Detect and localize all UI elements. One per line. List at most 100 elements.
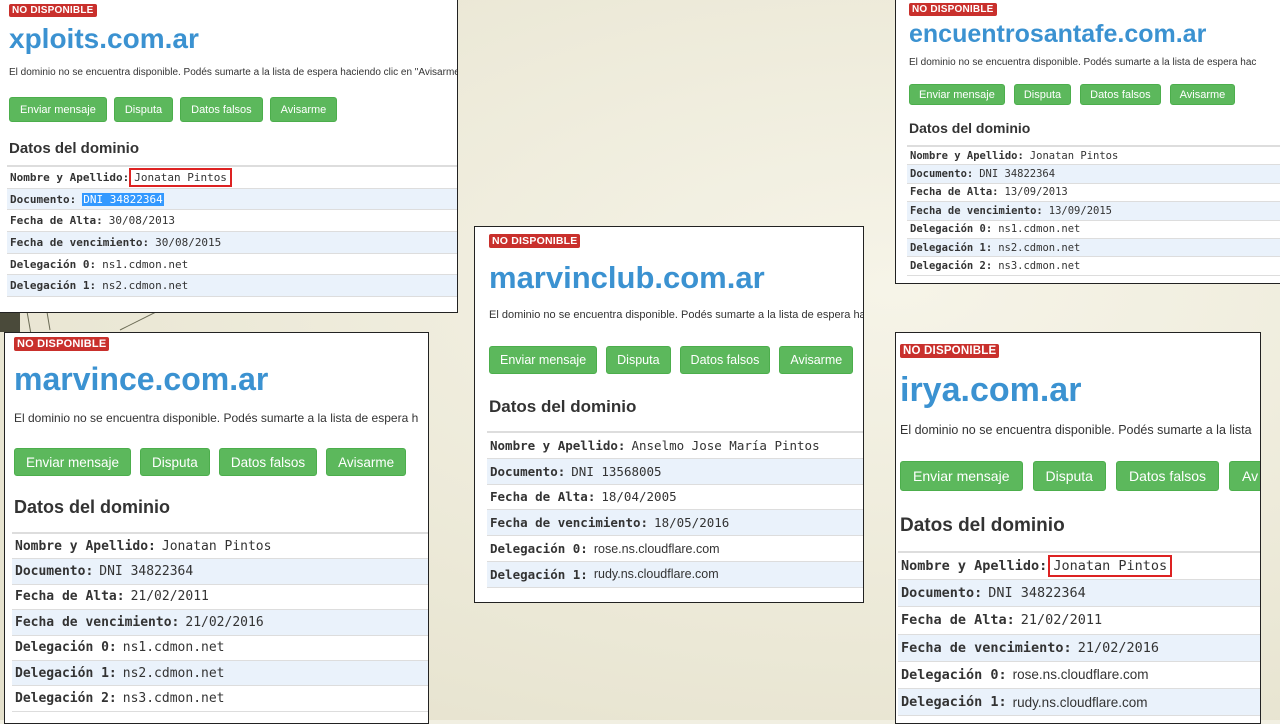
row-label: Nombre y Apellido: (490, 437, 626, 453)
row-label: Fecha de Alta: (901, 612, 1015, 629)
enviar-mensaje-button[interactable]: Enviar mensaje (489, 346, 598, 374)
table-row: Fecha de vencimiento: 21/02/2016 (898, 634, 1260, 662)
action-buttons: Enviar mensaje Disputa Datos falsos Avis… (14, 448, 407, 476)
enviar-mensaje-button[interactable]: Enviar mensaje (9, 97, 107, 122)
availability-message: El dominio no se encuentra disponible. P… (14, 411, 419, 425)
row-value: rudy.ns.cloudflare.com (1012, 694, 1148, 710)
row-label: Delegación 1: (901, 694, 1007, 711)
table-row: Fecha de Alta: 30/08/2013 (7, 210, 457, 233)
row-value-highlighted: Jonatan Pintos (1048, 555, 1173, 578)
section-title: Datos del dominio (909, 120, 1031, 136)
section-title: Datos del dominio (900, 515, 1065, 536)
row-value-highlighted: Jonatan Pintos (129, 167, 232, 187)
row-label: Delegación 1: (15, 665, 117, 681)
row-label: Documento: (910, 168, 974, 181)
table-row: Fecha de vencimiento: 21/02/2016 (12, 610, 428, 636)
avisarme-button[interactable]: Av (1229, 461, 1260, 491)
table-row: Documento: DNI 34822364 (12, 559, 428, 585)
row-label: Delegación 0: (910, 223, 993, 236)
table-row: Nombre y Apellido: Jonatan Pintos (7, 167, 457, 189)
table-row: Documento: DNI 34822364 (907, 165, 1280, 184)
row-label: Documento: (10, 192, 77, 206)
row-value: 18/04/2005 (601, 489, 677, 505)
table-row: Delegación 1: ns2.cdmon.net (907, 238, 1280, 258)
row-value: 21/02/2011 (130, 589, 209, 605)
availability-message: El dominio no se encuentra disponible. P… (9, 67, 458, 78)
row-label: Delegación 2: (15, 691, 117, 707)
action-buttons: Enviar mensaje Disputa Datos falsos Av (900, 461, 1260, 491)
enviar-mensaje-button[interactable]: Enviar mensaje (14, 448, 132, 476)
row-label: Fecha de vencimiento: (15, 614, 180, 630)
domain-panel-marvinclub: NO DISPONIBLE marvinclub.com.ar El domin… (474, 226, 864, 603)
datos-falsos-button[interactable]: Datos falsos (679, 346, 771, 374)
disputa-button[interactable]: Disputa (1013, 84, 1072, 105)
enviar-mensaje-button[interactable]: Enviar mensaje (900, 461, 1023, 491)
datos-falsos-button[interactable]: Datos falsos (1115, 461, 1220, 491)
domain-panel-irya: NO DISPONIBLE irya.com.ar El dominio no … (895, 332, 1261, 724)
status-badge: NO DISPONIBLE (489, 234, 581, 248)
row-label: Documento: (15, 564, 94, 580)
row-value: ns2.cdmon.net (102, 279, 189, 293)
row-value: rose.ns.cloudflare.com (1012, 667, 1149, 683)
status-badge: NO DISPONIBLE (900, 344, 1000, 358)
section-title: Datos del dominio (489, 397, 637, 416)
table-row: Delegación 1: ns2.cdmon.net (12, 660, 428, 687)
avisarme-button[interactable]: Avisarme (1169, 84, 1236, 105)
table-row: Fecha de Alta: 21/02/2011 (898, 607, 1260, 635)
table-row: Fecha de vencimiento: 13/09/2015 (907, 202, 1280, 221)
disputa-button[interactable]: Disputa (606, 346, 671, 374)
enviar-mensaje-button[interactable]: Enviar mensaje (909, 84, 1005, 105)
table-row: Nombre y Apellido: Anselmo Jose María Pi… (487, 433, 863, 459)
datos-falsos-button[interactable]: Datos falsos (1080, 84, 1161, 105)
row-label: Delegación 0: (490, 541, 588, 557)
table-row: Delegación 1: rudy.ns.cloudflare.com (487, 561, 863, 588)
availability-message: El dominio no se encuentra disponible. P… (900, 423, 1252, 437)
table-row: Documento: DNI 34822364 (898, 580, 1260, 608)
table-row: Delegación 0: rose.ns.cloudflare.com (487, 536, 863, 562)
domain-title: encuentrosantafe.com.ar (909, 20, 1207, 48)
domain-title: marvinclub.com.ar (489, 260, 765, 295)
domain-data-table: Nombre y Apellido: Jonatan Pintos Docume… (907, 145, 1280, 276)
domain-title: marvince.com.ar (14, 361, 269, 397)
row-label: Delegación 0: (10, 257, 97, 271)
row-value: 21/02/2016 (185, 614, 264, 630)
row-value: 30/08/2013 (108, 214, 175, 228)
avisarme-button[interactable]: Avisarme (326, 448, 407, 476)
row-value: 13/09/2013 (1004, 186, 1068, 199)
row-value: ns3.cdmon.net (122, 691, 225, 707)
action-buttons: Enviar mensaje Disputa Datos falsos Avis… (9, 97, 338, 122)
row-label: Documento: (901, 585, 983, 602)
disputa-button[interactable]: Disputa (113, 97, 174, 122)
row-value: 21/02/2011 (1020, 612, 1103, 629)
row-value: DNI 34822364 (979, 168, 1056, 181)
avisarme-button[interactable]: Avisarme (269, 97, 338, 122)
disputa-button[interactable]: Disputa (1032, 461, 1106, 491)
row-label: Fecha de Alta: (910, 186, 999, 199)
row-value: DNI 34822364 (99, 564, 194, 580)
table-row: Delegación 0: ns1.cdmon.net (7, 254, 457, 276)
row-value: ns3.cdmon.net (998, 260, 1081, 273)
table-row: Delegación 2: ns3.cdmon.net (907, 257, 1280, 276)
row-value: Anselmo Jose María Pintos (631, 437, 820, 453)
datos-falsos-button[interactable]: Datos falsos (218, 448, 318, 476)
row-label: Delegación 1: (10, 279, 97, 293)
table-row: Fecha de Alta: 13/09/2013 (907, 184, 1280, 203)
row-value: 13/09/2015 (1048, 204, 1112, 217)
table-row: Fecha de vencimiento: 18/05/2016 (487, 510, 863, 537)
row-value: DNI 34822364 (988, 585, 1086, 602)
availability-message: El dominio no se encuentra disponible. P… (489, 309, 864, 321)
row-label: Fecha de vencimiento: (901, 639, 1072, 656)
action-buttons: Enviar mensaje Disputa Datos falsos Avis… (489, 346, 854, 374)
row-label: Fecha de Alta: (490, 489, 596, 505)
table-row: Fecha de Alta: 18/04/2005 (487, 485, 863, 511)
avisarme-button[interactable]: Avisarme (779, 346, 854, 374)
row-label: Fecha de vencimiento: (10, 235, 150, 249)
disputa-button[interactable]: Disputa (140, 448, 210, 476)
datos-falsos-button[interactable]: Datos falsos (180, 97, 263, 122)
row-label: Fecha de Alta: (15, 589, 125, 605)
row-label: Fecha de vencimiento: (910, 204, 1043, 217)
domain-title: xploits.com.ar (9, 23, 199, 54)
row-value: ns1.cdmon.net (122, 640, 225, 656)
table-row: Nombre y Apellido: Jonatan Pintos (12, 534, 428, 560)
row-label: Delegación 2: (910, 260, 993, 273)
